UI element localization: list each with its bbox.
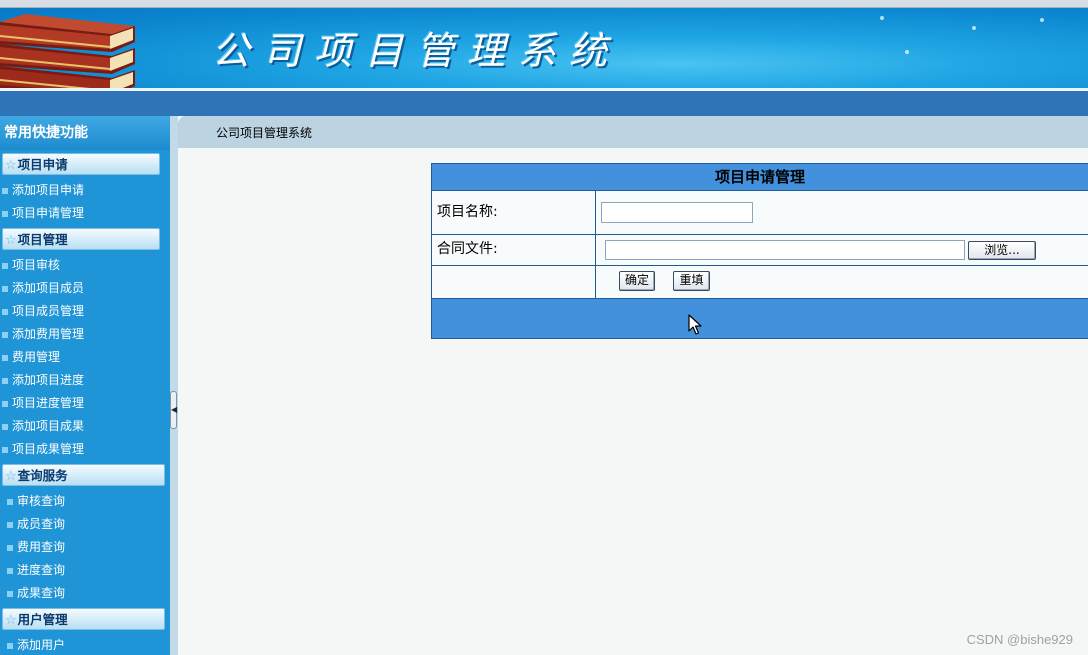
sparkle (905, 50, 909, 54)
square-bullet-icon (2, 210, 8, 217)
sidebar-item-audit[interactable]: 项目审核 (0, 254, 170, 277)
sidebar-item-progress-query[interactable]: 进度查询 (0, 559, 170, 582)
star-icon: ☆ (5, 469, 17, 484)
square-bullet-icon (2, 262, 8, 269)
sidebar-item-progress-manage[interactable]: 项目进度管理 (0, 392, 170, 415)
collapse-sidebar-button[interactable]: ◀ (170, 391, 177, 429)
group-label: 项目管理 (17, 232, 68, 247)
header-banner: 公司项目管理系统 (0, 8, 1088, 90)
sidebar-item-cost-query[interactable]: 费用查询 (0, 536, 170, 559)
sidebar-item-label: 审核查询 (17, 494, 66, 508)
sidebar-item-add-member[interactable]: 添加项目成员 (0, 277, 170, 300)
sidebar-item-label: 项目成员管理 (12, 304, 85, 318)
books-logo-icon (0, 14, 135, 88)
sidebar-item-member-manage[interactable]: 项目成员管理 (0, 300, 170, 323)
sidebar-item-label: 成果查询 (17, 586, 66, 600)
sparkle (880, 16, 884, 20)
top-strip (0, 0, 1088, 8)
sidebar-item-add-progress[interactable]: 添加项目进度 (0, 369, 170, 392)
star-icon: ☆ (5, 158, 17, 173)
group-label: 用户管理 (17, 612, 68, 627)
star-icon: ☆ (5, 613, 17, 628)
form-title: 项目申请管理 (432, 163, 1088, 191)
form-footer (432, 299, 1088, 339)
square-bullet-icon (7, 642, 13, 649)
contract-file-label: 合同文件: (432, 235, 596, 265)
form-row-actions: 确定 重填 (432, 266, 1088, 299)
sidebar-item-label: 进度查询 (17, 563, 66, 577)
empty-label-cell (432, 266, 596, 298)
watermark: CSDN @bishe929 (966, 632, 1073, 647)
sidebar-item-add-result[interactable]: 添加项目成果 (0, 415, 170, 438)
sparkle (1040, 18, 1044, 22)
sidebar-item-add-apply[interactable]: 添加项目申请 (0, 179, 170, 202)
sidebar-item-label: 成员查询 (17, 517, 66, 531)
sidebar-item-cost-manage[interactable]: 费用管理 (0, 346, 170, 369)
reset-button[interactable]: 重填 (673, 271, 710, 291)
sidebar-item-label: 添加用户 (17, 638, 66, 652)
form-row-file: 合同文件: 浏览... (432, 235, 1088, 266)
sidebar-item-add-user[interactable]: 添加用户 (0, 634, 170, 655)
sidebar-splitter[interactable] (170, 116, 178, 655)
square-bullet-icon (7, 498, 13, 505)
sidebar-item-apply-manage[interactable]: 项目申请管理 (0, 202, 170, 225)
square-bullet-icon (2, 446, 8, 453)
star-icon: ☆ (5, 233, 17, 248)
square-bullet-icon (2, 377, 8, 384)
square-bullet-icon (2, 400, 8, 407)
sidebar-item-label: 添加项目成果 (12, 419, 85, 433)
app-title: 公司项目管理系统 (212, 29, 621, 73)
sidebar-group-project-apply[interactable]: ☆项目申请 (2, 153, 160, 175)
sidebar-item-label: 项目成果管理 (12, 442, 85, 456)
square-bullet-icon (7, 544, 13, 551)
sidebar-item-member-query[interactable]: 成员查询 (0, 513, 170, 536)
form-row-name: 项目名称: (432, 191, 1088, 235)
project-name-input[interactable] (601, 202, 753, 223)
sidebar: 常用快捷功能 ☆项目申请 添加项目申请 项目申请管理 ☆项目管理 项目审核 添加… (0, 116, 170, 655)
sidebar-item-label: 费用查询 (17, 540, 66, 554)
square-bullet-icon (2, 285, 8, 292)
sidebar-item-add-cost[interactable]: 添加费用管理 (0, 323, 170, 346)
group-label: 查询服务 (17, 468, 68, 483)
mouse-pointer-icon (688, 314, 702, 335)
sidebar-group-project-manage[interactable]: ☆项目管理 (2, 228, 160, 250)
square-bullet-icon (7, 590, 13, 597)
form-cell: 浏览... (596, 235, 1088, 265)
contract-file-input[interactable] (605, 240, 965, 260)
sidebar-item-label: 添加项目申请 (12, 183, 85, 197)
sidebar-item-label: 添加项目成员 (12, 281, 85, 295)
square-bullet-icon (2, 331, 8, 338)
project-name-label: 项目名称: (432, 191, 596, 234)
sidebar-item-audit-query[interactable]: 审核查询 (0, 490, 170, 513)
sidebar-item-label: 费用管理 (12, 350, 61, 364)
square-bullet-icon (7, 567, 13, 574)
square-bullet-icon (2, 354, 8, 361)
sidebar-item-result-manage[interactable]: 项目成果管理 (0, 438, 170, 461)
sidebar-item-label: 项目申请管理 (12, 206, 85, 220)
nav-bar (0, 91, 1088, 116)
sidebar-item-label: 添加费用管理 (12, 327, 85, 341)
square-bullet-icon (2, 308, 8, 315)
submit-button[interactable]: 确定 (619, 271, 655, 291)
square-bullet-icon (2, 423, 8, 430)
sidebar-item-label: 项目审核 (12, 258, 61, 272)
group-label: 项目申请 (17, 157, 68, 172)
sparkle (972, 26, 976, 30)
browse-button[interactable]: 浏览... (968, 241, 1036, 260)
sidebar-group-query[interactable]: ☆查询服务 (2, 464, 165, 486)
sidebar-group-user-manage[interactable]: ☆用户管理 (2, 608, 165, 630)
form-cell: 确定 重填 (596, 266, 1088, 298)
sidebar-item-label: 项目进度管理 (12, 396, 85, 410)
triangle-left-icon: ◀ (171, 405, 178, 414)
sidebar-item-label: 添加项目进度 (12, 373, 85, 387)
breadcrumb: 公司项目管理系统 (216, 126, 313, 140)
project-apply-form: 项目申请管理 项目名称: 合同文件: 浏览... 确定 重填 (431, 163, 1088, 339)
breadcrumb-bar: 公司项目管理系统 (178, 116, 1088, 148)
sidebar-item-result-query[interactable]: 成果查询 (0, 582, 170, 605)
sidebar-title: 常用快捷功能 (0, 116, 170, 150)
square-bullet-icon (2, 187, 8, 194)
square-bullet-icon (7, 521, 13, 528)
form-cell (596, 191, 1088, 234)
